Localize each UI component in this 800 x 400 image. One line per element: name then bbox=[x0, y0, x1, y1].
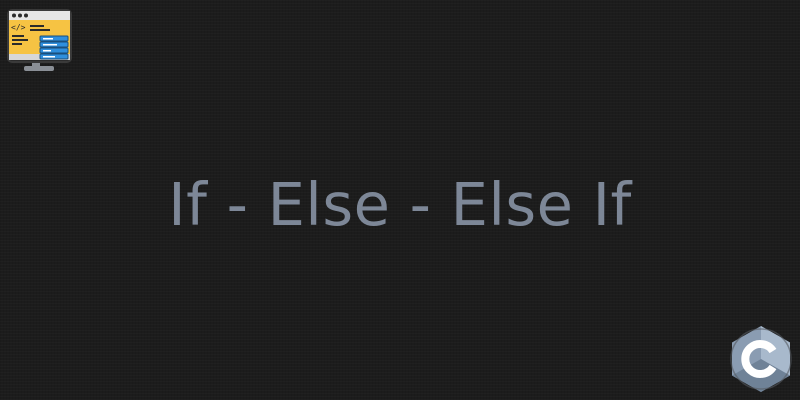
c-language-icon bbox=[730, 326, 792, 392]
code-monitor-icon: </> bbox=[7, 9, 72, 71]
page-title: If - Else - Else If bbox=[168, 170, 632, 239]
svg-text:</>: </> bbox=[11, 23, 26, 32]
